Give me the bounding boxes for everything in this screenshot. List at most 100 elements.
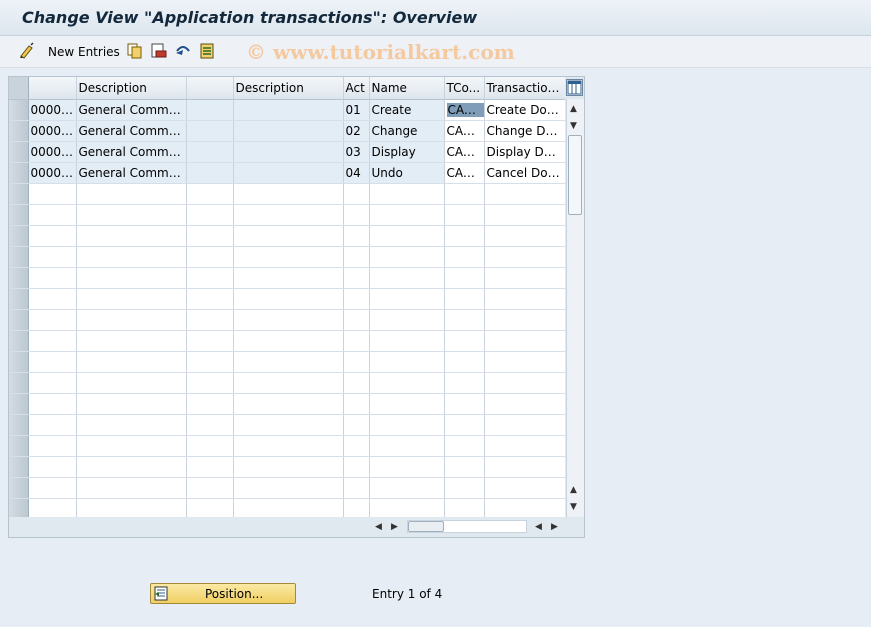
table-cell[interactable] xyxy=(484,477,565,499)
table-cell[interactable] xyxy=(484,288,565,310)
column-header-name[interactable]: Name xyxy=(369,77,445,100)
row-selector[interactable] xyxy=(9,498,29,517)
row-selector[interactable] xyxy=(9,477,29,499)
column-header[interactable] xyxy=(186,77,234,100)
table-cell[interactable] xyxy=(186,246,234,268)
vertical-scrollbar[interactable]: ▲ ▼ ▲ ▼ xyxy=(566,99,584,517)
table-row[interactable] xyxy=(9,435,565,457)
row-selector[interactable] xyxy=(9,435,29,457)
table-cell[interactable]: CACS... xyxy=(444,120,485,142)
table-cell[interactable] xyxy=(343,351,370,373)
table-row[interactable] xyxy=(9,309,565,331)
table-cell[interactable] xyxy=(369,330,445,352)
table-cell[interactable] xyxy=(444,225,485,247)
table-cell[interactable] xyxy=(484,435,565,457)
table-cell[interactable] xyxy=(343,414,370,436)
table-cell[interactable] xyxy=(343,204,370,226)
table-cell[interactable] xyxy=(76,267,187,289)
table-row[interactable]: 000000General Commissio... 02ChangeCACS..… xyxy=(9,120,565,142)
table-cell[interactable] xyxy=(186,225,234,247)
table-cell[interactable] xyxy=(343,435,370,457)
table-cell[interactable]: Display Docum xyxy=(484,141,565,163)
select-all-cell[interactable] xyxy=(9,77,29,100)
table-cell[interactable] xyxy=(186,120,234,142)
table-cell[interactable] xyxy=(76,330,187,352)
table-cell[interactable]: 01 xyxy=(343,99,370,121)
table-cell[interactable] xyxy=(484,246,565,268)
table-cell[interactable]: 03 xyxy=(343,141,370,163)
table-cell[interactable] xyxy=(186,435,234,457)
table-cell[interactable] xyxy=(343,372,370,394)
table-cell[interactable] xyxy=(484,204,565,226)
scroll-up-icon[interactable]: ▲ xyxy=(570,104,577,114)
table-cell[interactable] xyxy=(233,162,344,184)
table-cell[interactable] xyxy=(444,309,485,331)
table-cell[interactable] xyxy=(76,225,187,247)
column-header-tcode[interactable]: TCo... xyxy=(444,77,485,100)
table-cell[interactable] xyxy=(369,309,445,331)
table-cell[interactable]: 000000 xyxy=(28,141,77,163)
table-cell[interactable] xyxy=(444,393,485,415)
table-cell[interactable] xyxy=(28,351,77,373)
table-cell[interactable] xyxy=(444,204,485,226)
table-cell[interactable] xyxy=(343,183,370,205)
row-selector[interactable] xyxy=(9,456,29,478)
pen-edit-icon[interactable] xyxy=(18,42,36,60)
table-row[interactable] xyxy=(9,288,565,310)
table-cell[interactable] xyxy=(444,435,485,457)
table-cell[interactable] xyxy=(28,435,77,457)
table-cell[interactable] xyxy=(369,456,445,478)
table-cell[interactable] xyxy=(28,372,77,394)
table-cell[interactable] xyxy=(369,477,445,499)
table-cell[interactable] xyxy=(369,267,445,289)
table-cell[interactable] xyxy=(369,414,445,436)
table-cell[interactable]: General Commissio... xyxy=(76,141,187,163)
scroll-page-up-icon[interactable]: ▼ xyxy=(570,121,577,131)
table-row[interactable] xyxy=(9,225,565,247)
table-cell[interactable] xyxy=(484,456,565,478)
table-cell[interactable] xyxy=(186,309,234,331)
row-selector[interactable] xyxy=(9,162,29,184)
table-cell[interactable] xyxy=(369,351,445,373)
table-cell[interactable] xyxy=(28,498,77,517)
vertical-scroll-thumb[interactable] xyxy=(568,135,582,215)
table-cell[interactable] xyxy=(76,288,187,310)
scroll-down-icon[interactable]: ▼ xyxy=(570,502,577,512)
table-cell[interactable] xyxy=(28,267,77,289)
table-cell[interactable] xyxy=(484,393,565,415)
table-cell[interactable] xyxy=(76,309,187,331)
table-row[interactable] xyxy=(9,246,565,268)
table-cell[interactable] xyxy=(233,120,344,142)
table-cell[interactable]: General Commissio... xyxy=(76,120,187,142)
table-cell[interactable] xyxy=(28,246,77,268)
table-cell[interactable] xyxy=(186,456,234,478)
table-cell[interactable] xyxy=(233,141,344,163)
row-selector[interactable] xyxy=(9,120,29,142)
table-cell[interactable] xyxy=(484,372,565,394)
table-cell[interactable] xyxy=(343,498,370,517)
table-row[interactable] xyxy=(9,330,565,352)
table-cell[interactable] xyxy=(186,477,234,499)
table-cell[interactable] xyxy=(343,267,370,289)
table-cell[interactable] xyxy=(233,351,344,373)
table-cell[interactable] xyxy=(343,477,370,499)
table-cell[interactable] xyxy=(484,267,565,289)
table-cell[interactable] xyxy=(28,309,77,331)
table-cell[interactable] xyxy=(343,225,370,247)
table-cell[interactable] xyxy=(233,330,344,352)
table-cell[interactable] xyxy=(369,225,445,247)
table-cell[interactable] xyxy=(484,309,565,331)
table-row[interactable] xyxy=(9,477,565,499)
table-cell[interactable] xyxy=(186,288,234,310)
table-cell[interactable]: Change xyxy=(369,120,445,142)
table-row[interactable] xyxy=(9,498,565,517)
table-cell[interactable]: CACS... xyxy=(444,162,485,184)
table-row[interactable] xyxy=(9,267,565,289)
copy-icon[interactable] xyxy=(126,42,144,60)
table-cell[interactable] xyxy=(233,246,344,268)
row-selector[interactable] xyxy=(9,99,29,121)
table-row[interactable] xyxy=(9,183,565,205)
table-cell[interactable] xyxy=(186,141,234,163)
table-cell[interactable] xyxy=(76,246,187,268)
table-cell[interactable] xyxy=(186,99,234,121)
